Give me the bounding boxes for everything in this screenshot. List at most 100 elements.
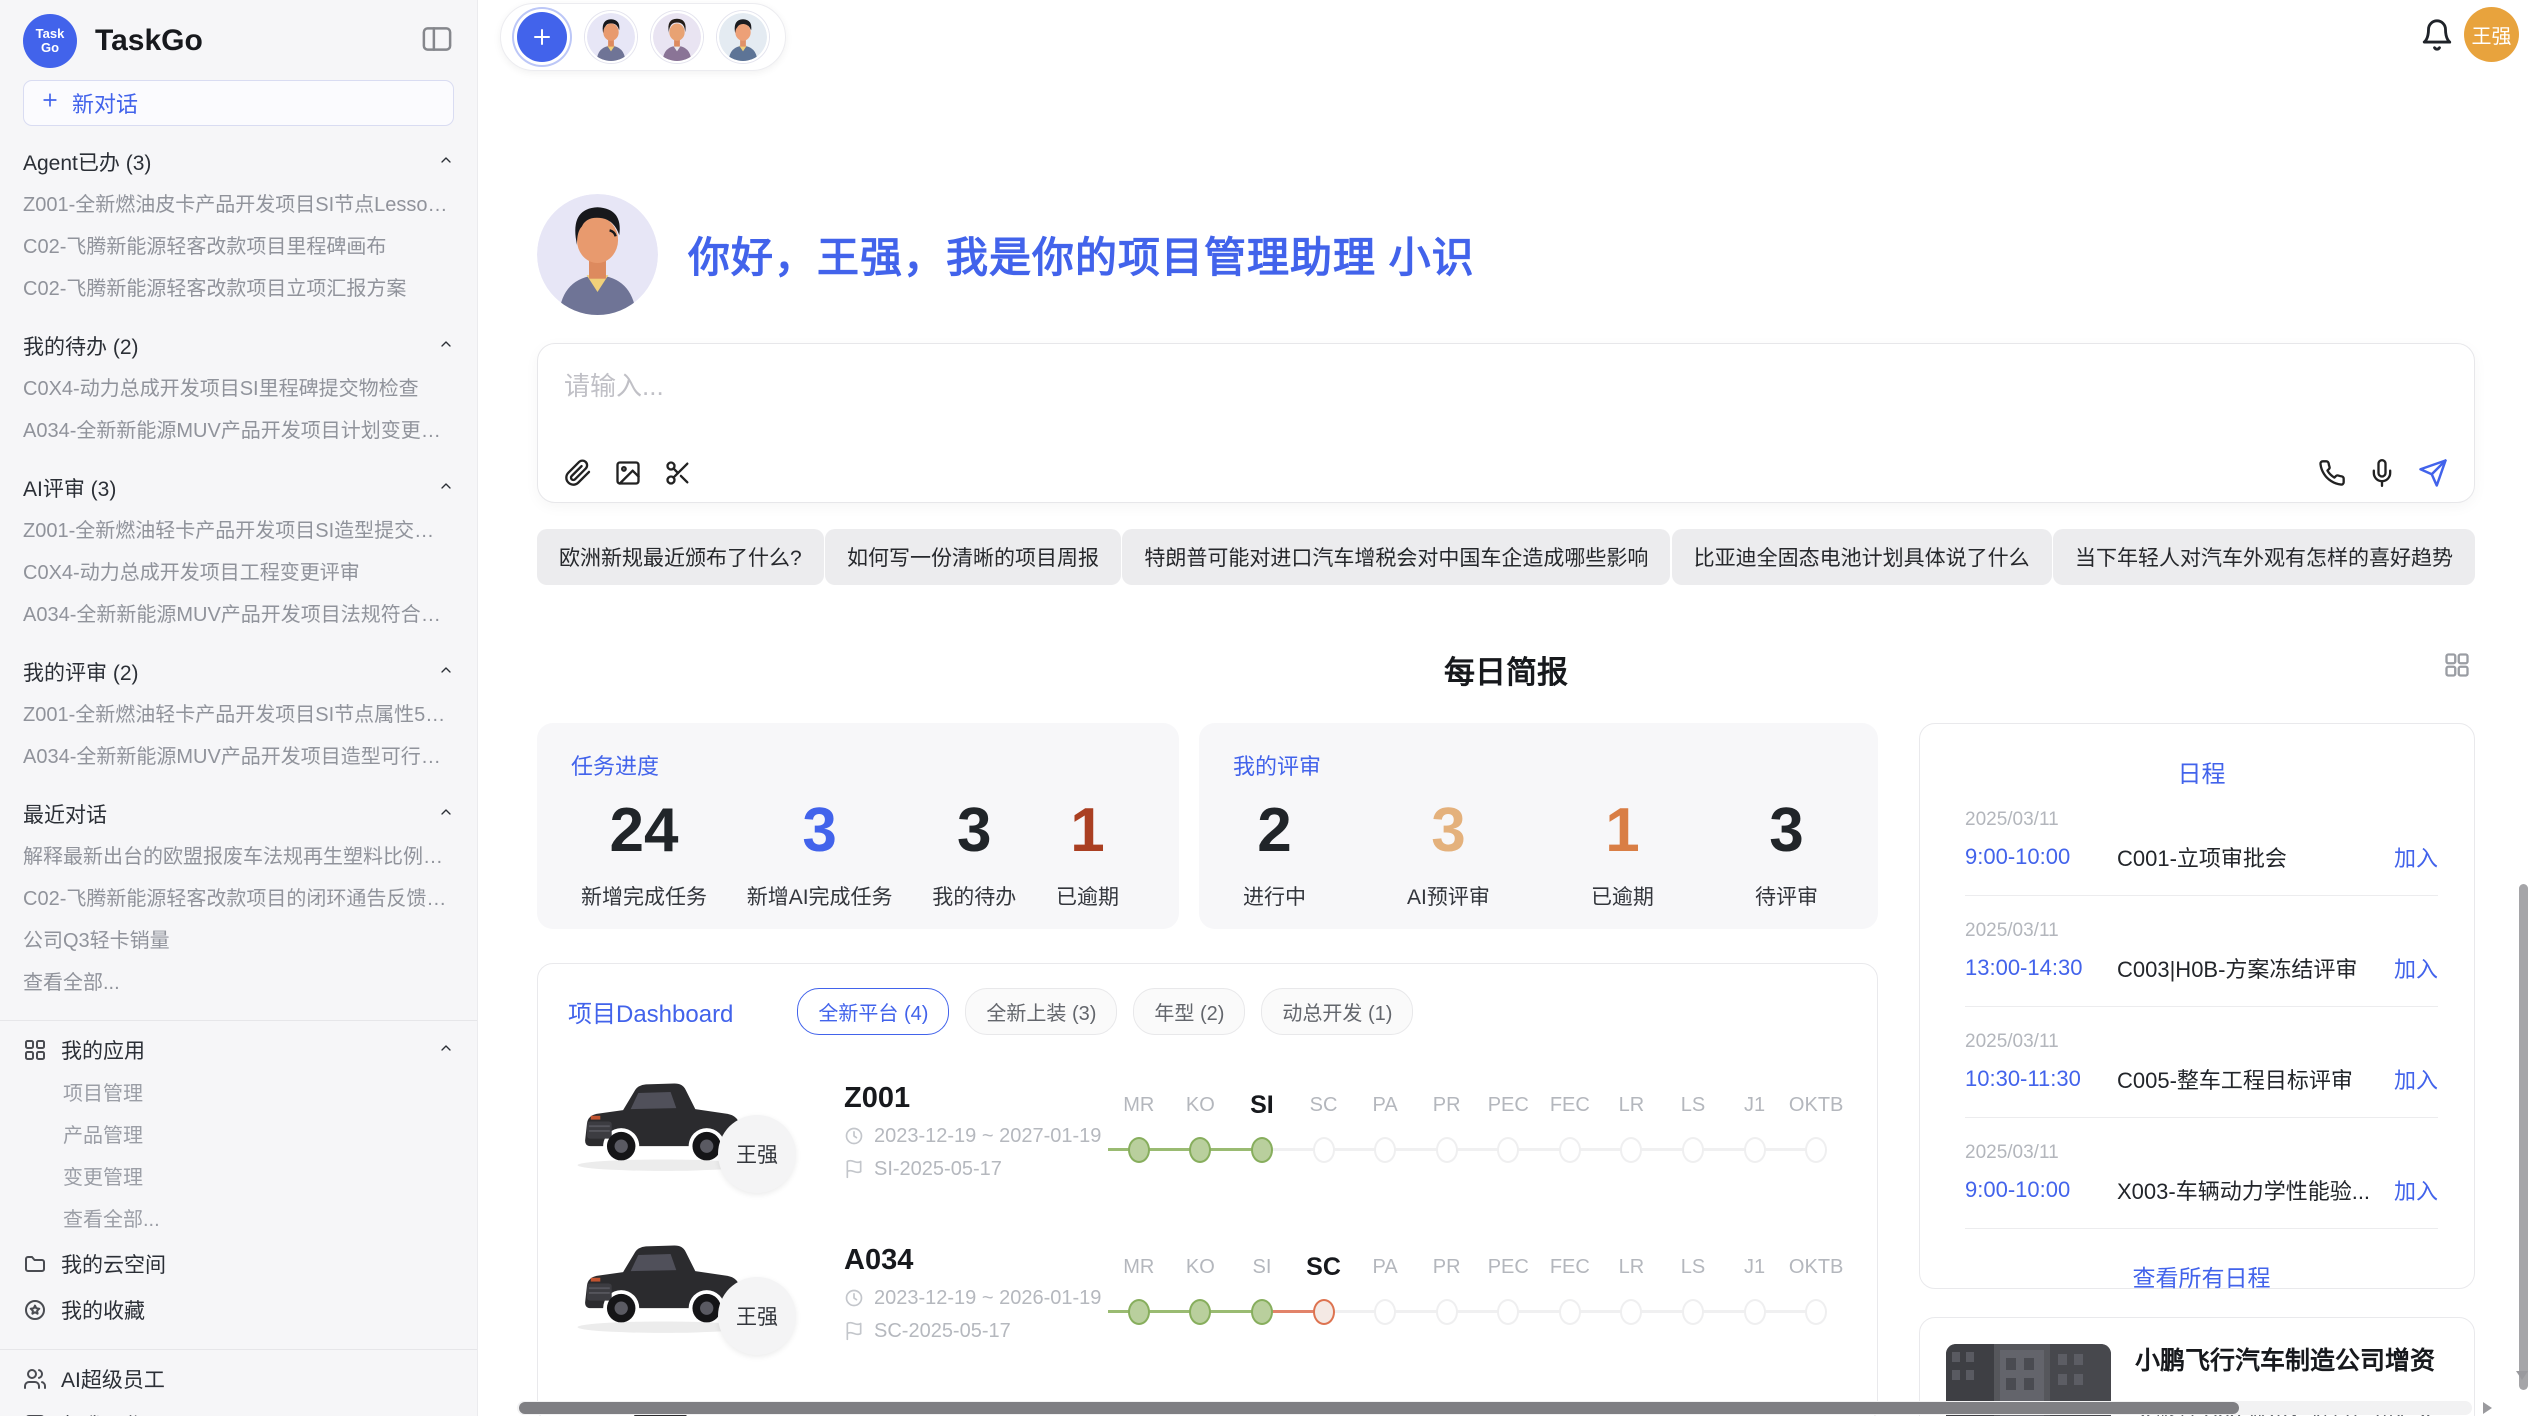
suggestion-chip[interactable]: 如何写一份清晰的项目周报 [825,529,1121,585]
microphone-icon[interactable] [2368,459,2396,487]
attachment-icon[interactable] [564,459,592,487]
tab-new-body[interactable]: 全新上装 (3) [965,988,1117,1035]
project-owner-badge: 王强 [718,1277,796,1355]
milestone-node-done [1251,1299,1273,1325]
milestone-label: PR [1416,1087,1478,1123]
tab-model-year[interactable]: 年型 (2) [1133,988,1245,1035]
milestone-label: LS [1662,1249,1724,1285]
image-upload-icon[interactable] [614,459,642,487]
new-chat-button[interactable]: 新对话 [23,80,454,126]
folder-icon [23,1252,47,1276]
milestone-node-pending [1805,1299,1827,1325]
milestone-node-pending [1805,1137,1827,1163]
my-cloud-space[interactable]: 我的云空间 [23,1241,454,1287]
my-apps-header[interactable]: 我的应用 [23,1027,454,1073]
help-me-write[interactable]: 帮我写作 [23,1402,454,1416]
milestone-label-current: SI [1231,1087,1293,1123]
session-avatar[interactable] [585,11,637,63]
scroll-down-arrow[interactable] [2516,1371,2528,1380]
sidebar-item[interactable]: C0X4-动力总成开发项目工程变更评审 [23,552,454,594]
ai-super-staff[interactable]: AI超级员工 [23,1356,454,1402]
screenshot-scissors-icon[interactable] [664,459,692,487]
app-item-project-mgmt[interactable]: 项目管理 [23,1073,454,1115]
my-review-card: 我的评审 2 进行中 3 AI预评审 [1199,723,1878,929]
milestone-label: SC [1293,1087,1355,1123]
tab-new-platform[interactable]: 全新平台 (4) [797,988,949,1035]
logo-line2: Go [41,41,59,55]
briefing-left-column: 任务进度 24 新增完成任务 3 新增AI完成任务 [537,723,1878,1416]
chat-input[interactable] [564,366,2448,446]
schedule-title: 日程 [1965,754,2438,789]
sidebar-item[interactable]: A034-全新新能源MUV产品开发项目计划变更表编写 [23,410,454,452]
sidebar-item[interactable]: C02-飞腾新能源轻客改款项目立项汇报方案 [23,268,454,310]
vertical-scrollbar-thumb[interactable] [2519,884,2528,1390]
section-my-review-header[interactable]: 我的评审 (2) [23,650,454,694]
milestone-label: J1 [1724,1249,1786,1285]
daily-briefing-header: 每日简报 [537,647,2475,687]
milestone-node-done [1128,1137,1150,1163]
chat-composer [537,343,2475,503]
stat-pending-review: 3 待评审 [1755,795,1818,911]
recent-chat-item[interactable]: C02-飞腾新能源轻客改款项目的闭环通告反馈情况 [23,878,454,920]
scroll-right-arrow[interactable] [2483,1402,2492,1414]
sidebar-item[interactable]: A034-全新新能源MUV产品开发项目造型可行性评审 [23,736,454,778]
project-row-z001[interactable]: 王强 Z001 2023-12-19 ~ 2027-01-19 [568,1065,1847,1197]
stat-overdue: 1 已逾期 [1056,795,1119,911]
sidebar-collapse-icon[interactable] [422,26,452,57]
briefing-layout-icon[interactable] [2443,651,2471,684]
horizontal-scrollbar-track[interactable] [517,1401,2472,1415]
notifications-bell-icon[interactable] [2420,18,2454,57]
milestone-label: KO [1170,1249,1232,1285]
suggestion-chip[interactable]: 欧洲新规最近颁布了什么? [537,529,824,585]
my-favorites[interactable]: 我的收藏 [23,1287,454,1333]
send-icon[interactable] [2418,458,2448,488]
milestone-node-done [1189,1299,1211,1325]
app-item-product-mgmt[interactable]: 产品管理 [23,1115,454,1157]
join-link[interactable]: 加入 [2394,1174,2438,1206]
project-row-a034[interactable]: 王强 A034 2023-12-19 ~ 2026-01-19 [568,1227,1847,1359]
greeting-text: 你好，王强，我是你的项目管理助理 小识 [688,224,1475,285]
schedule-item: 2025/03/11 13:00-14:30 C003|H0B-方案冻结评审 加… [1965,900,2438,1011]
tab-powertrain[interactable]: 动总开发 (1) [1261,988,1413,1035]
schedule-date: 2025/03/11 [1965,920,2438,942]
join-link[interactable]: 加入 [2394,1063,2438,1095]
suggestion-chip[interactable]: 特朗普可能对进口汽车增税会对中国车企造成哪些影响 [1122,529,1670,585]
join-link[interactable]: 加入 [2394,841,2438,873]
horizontal-scrollbar-thumb[interactable] [519,1402,2239,1414]
recent-chat-item[interactable]: 公司Q3轻卡销量 [23,920,454,962]
sidebar-item[interactable]: C0X4-动力总成开发项目SI里程碑提交物检查 [23,368,454,410]
task-progress-title: 任务进度 [571,749,1145,781]
join-link[interactable]: 加入 [2394,952,2438,984]
add-session-button[interactable] [517,12,567,62]
sidebar-item[interactable]: C02-飞腾新能源轻客改款项目里程碑画布 [23,226,454,268]
sidebar-item[interactable]: A034-全新新能源MUV产品开发项目法规符合性评审 [23,594,454,636]
project-flag-milestone: SI-2025-05-17 [844,1158,1108,1181]
dashboard-tabs: 全新平台 (4) 全新上装 (3) 年型 (2) 动总开发 (1) [797,988,1413,1035]
stat-review-overdue: 1 已逾期 [1591,795,1654,911]
milestone-label: PA [1354,1087,1416,1123]
section-recent-chats-header[interactable]: 最近对话 [23,792,454,836]
sidebar-item[interactable]: Z001-全新燃油轻卡产品开发项目SI节点属性5D文件评审 [23,694,454,736]
schedule-divider [1965,895,2438,896]
view-all-schedule-link[interactable]: 查看所有日程 [1965,1259,2438,1293]
suggestion-chip[interactable]: 比亚迪全固态电池计划具体说了什么 [1672,529,2052,585]
voice-call-icon[interactable] [2318,459,2346,487]
app-item-change-mgmt[interactable]: 变更管理 [23,1157,454,1199]
recent-chats-view-all[interactable]: 查看全部... [23,962,454,1004]
suggestion-chip[interactable]: 当下年轻人对汽车外观有怎样的喜好趋势 [2053,529,2475,585]
section-ai-review-header[interactable]: AI评审 (3) [23,466,454,510]
apps-view-all[interactable]: 查看全部... [23,1199,454,1241]
project-code: A034 [844,1244,1108,1277]
sidebar-item[interactable]: Z001-全新燃油轻卡产品开发项目SI造型提交物评审 [23,510,454,552]
stat-in-progress: 2 进行中 [1243,795,1306,911]
recent-chat-item[interactable]: 解释最新出台的欧盟报废车法规再生塑料比例被调至15%... [23,836,454,878]
section-agent-done-header[interactable]: Agent已办 (3) [23,140,454,184]
section-title: Agent已办 (3) [23,147,151,177]
star-badge-icon [23,1298,47,1322]
section-my-todo-header[interactable]: 我的待办 (2) [23,324,454,368]
session-avatar[interactable] [717,11,769,63]
sidebar-item[interactable]: Z001-全新燃油皮卡产品开发项目SI节点Lesson Learn报告 [23,184,454,226]
stat-new-ai-completed: 3 新增AI完成任务 [747,795,893,911]
user-avatar[interactable]: 王强 [2464,7,2519,62]
session-avatar[interactable] [651,11,703,63]
